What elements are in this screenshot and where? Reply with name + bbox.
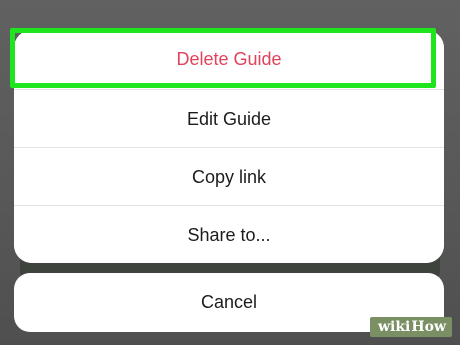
share-to-button[interactable]: Share to... xyxy=(14,206,444,263)
highlight-box xyxy=(10,28,436,88)
edit-guide-label: Edit Guide xyxy=(186,109,272,129)
watermark-part-2: How xyxy=(411,319,446,335)
edit-guide-button[interactable]: Edit Guide xyxy=(14,90,444,149)
cancel-label: Cancel xyxy=(200,292,258,312)
copy-link-button[interactable]: Copy link xyxy=(14,148,444,207)
wikihow-watermark: wiki How xyxy=(369,317,452,337)
copy-link-label: Copy link xyxy=(191,167,267,187)
share-to-label: Share to... xyxy=(187,225,271,245)
watermark-part-1: wiki xyxy=(377,319,411,335)
